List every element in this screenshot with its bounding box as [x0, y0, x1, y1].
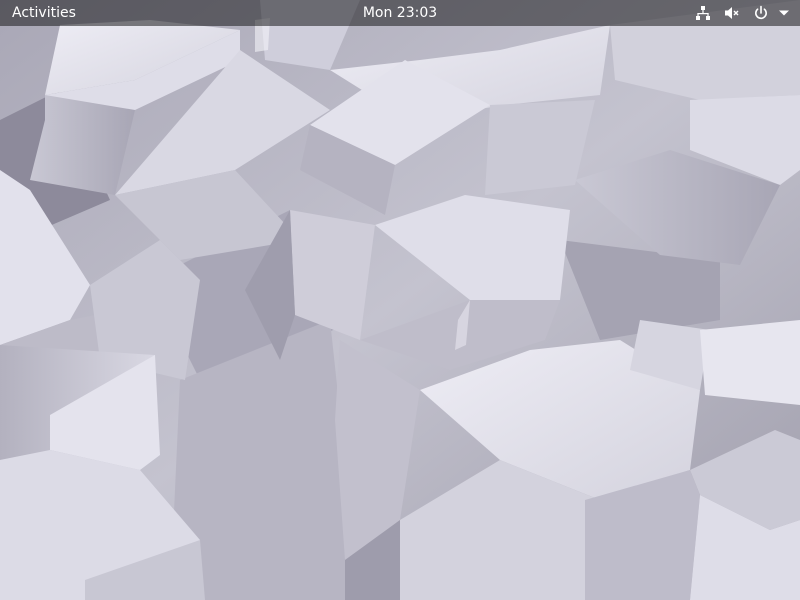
power-icon[interactable] [752, 4, 770, 22]
audio-muted-icon[interactable] [723, 4, 741, 22]
network-wired-icon[interactable] [694, 4, 712, 22]
system-menu-arrow-icon[interactable] [778, 4, 790, 22]
system-status-area[interactable] [683, 0, 790, 26]
top-bar: Activities Mon 23:03 [0, 0, 800, 26]
clock-button[interactable]: Mon 23:03 [355, 0, 445, 26]
wallpaper-cubes [0, 0, 800, 600]
desktop: Activities Mon 23:03 [0, 0, 800, 600]
activities-button[interactable]: Activities [0, 0, 88, 26]
